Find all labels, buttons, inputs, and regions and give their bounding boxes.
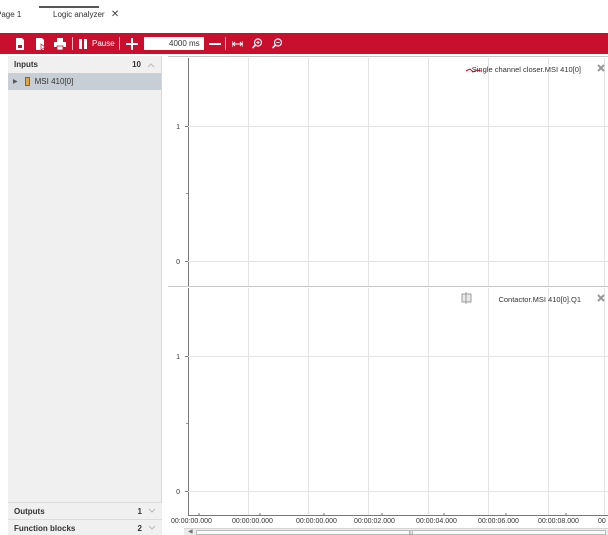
tab-page-1-label: Page 1 (0, 10, 22, 19)
x-tick-label: 00:00:00.000 (171, 518, 212, 525)
input-item-msi410[interactable]: ▶ MSI 410[0] (8, 73, 161, 90)
chart-svg: 1 0 Single channel closer.MSI 410[0] 1 0 Cont… (168, 56, 608, 516)
chevron-down-icon[interactable] (148, 524, 156, 532)
function-blocks-header[interactable]: Function blocks 2 (8, 519, 162, 535)
plus-icon[interactable] (125, 37, 138, 50)
inputs-sidebar: Inputs 10 ▶ MSI 410[0] Outputs 1 Functio… (8, 56, 162, 535)
fit-width-icon[interactable] (231, 40, 243, 48)
y-tick-label: 0 (176, 489, 180, 496)
horizontal-scrollbar[interactable]: ◀ ||| (184, 528, 608, 535)
contactor-icon (461, 293, 472, 303)
chevron-down-icon[interactable] (148, 507, 156, 515)
inputs-title: Inputs (14, 60, 38, 69)
tab-logic-analyzer[interactable]: Logic analyzer ✕ (39, 6, 119, 20)
outputs-header[interactable]: Outputs 1 (8, 502, 162, 519)
print-icon[interactable] (54, 37, 66, 50)
pause-icon (79, 38, 88, 49)
toolbar: Pause (0, 33, 608, 54)
close-tab-icon[interactable]: ✕ (111, 9, 119, 20)
y-tick-label: 1 (176, 354, 180, 361)
toolbar-separator (224, 37, 226, 50)
x-tick-label: 00:00:06.000 (478, 518, 519, 525)
function-blocks-count: 2 (137, 523, 142, 533)
x-tick-label: 00:00:08.000 (538, 518, 579, 525)
scrollbar-thumb[interactable]: ||| (196, 530, 606, 535)
x-tick-label: 00:00:00.000 (232, 518, 273, 525)
chevron-up-icon[interactable] (147, 61, 155, 69)
x-tick-label: 00 (598, 518, 606, 525)
device-icon (24, 77, 30, 86)
close-chart-icon[interactable] (597, 294, 605, 302)
logic-analyzer-chart-area: 1 0 Single channel closer.MSI 410[0] 1 0 Cont… (168, 56, 608, 535)
pause-button[interactable]: Pause (79, 38, 115, 49)
x-tick-label: 00:00:02.000 (354, 518, 395, 525)
legend-label: Single channel closer.MSI 410[0] (472, 65, 581, 74)
function-blocks-title: Function blocks (14, 523, 76, 533)
x-tick-label: 00:00:00.000 (296, 518, 337, 525)
scroll-left-icon[interactable]: ◀ (188, 528, 193, 535)
input-item-label: MSI 410[0] (34, 77, 74, 86)
tab-page-1[interactable]: Page 1 (0, 10, 21, 19)
outputs-count: 1 (137, 506, 142, 516)
x-tick-label: 00:00:04.000 (416, 518, 457, 525)
y-tick-label: 1 (176, 124, 180, 131)
legend-label: Contactor.MSI 410[0].Q1 (498, 295, 581, 304)
zoom-out-icon[interactable] (271, 38, 283, 49)
toolbar-separator (118, 37, 120, 50)
minus-icon[interactable] (208, 38, 221, 50)
close-chart-icon[interactable] (597, 64, 605, 72)
pause-label: Pause (92, 39, 115, 48)
tab-logic-analyzer-label: Logic analyzer (53, 10, 105, 19)
expand-arrow-icon[interactable]: ▶ (13, 78, 18, 85)
y-tick-label: 0 (176, 259, 180, 266)
outputs-title: Outputs (14, 506, 45, 516)
zoom-in-icon[interactable] (251, 38, 263, 49)
save-icon[interactable] (14, 37, 26, 50)
toolbar-separator (72, 37, 73, 50)
tab-bar: Page 1 Logic analyzer ✕ (0, 0, 608, 26)
grip-icon: ||| (409, 531, 413, 535)
time-range-input[interactable] (143, 37, 204, 50)
save-as-icon[interactable] (34, 37, 46, 50)
active-tab-indicator (39, 6, 99, 8)
x-axis-labels: 00:00:00.000 00:00:00.000 00:00:00.000 00:0… (168, 518, 608, 528)
inputs-header[interactable]: Inputs 10 (8, 56, 161, 73)
inputs-count: 10 (132, 60, 141, 69)
